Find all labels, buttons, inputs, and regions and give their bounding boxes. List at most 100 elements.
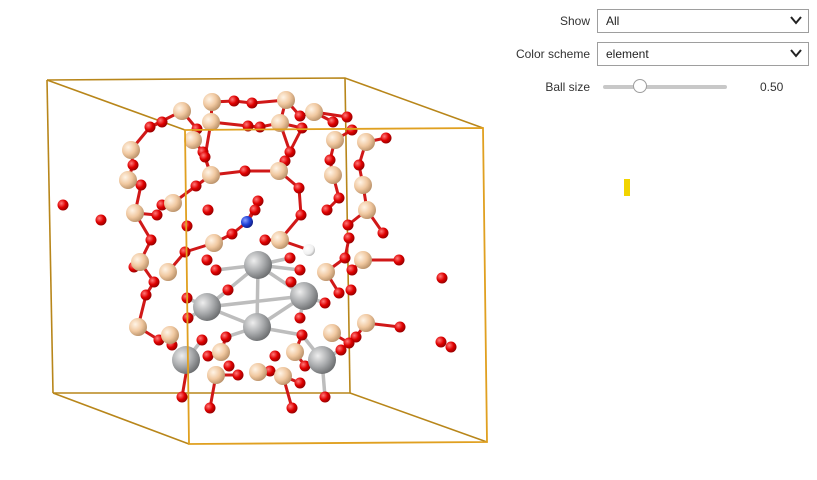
oxygen-atom[interactable]: [394, 321, 406, 333]
oxygen-atom[interactable]: [176, 391, 188, 403]
metal-atom[interactable]: [244, 251, 272, 279]
silicon-atom[interactable]: [271, 231, 289, 249]
oxygen-atom[interactable]: [393, 254, 405, 266]
silicon-atom[interactable]: [358, 201, 376, 219]
oxygen-atom[interactable]: [220, 331, 232, 343]
oxygen-atom[interactable]: [319, 297, 331, 309]
oxygen-atom[interactable]: [95, 214, 107, 226]
oxygen-atom[interactable]: [335, 344, 347, 356]
oxygen-atom[interactable]: [239, 165, 251, 177]
silicon-atom[interactable]: [212, 343, 230, 361]
oxygen-atom[interactable]: [333, 192, 345, 204]
oxygen-atom[interactable]: [140, 289, 152, 301]
oxygen-atom[interactable]: [341, 111, 353, 123]
oxygen-atom[interactable]: [127, 159, 139, 171]
silicon-atom[interactable]: [277, 91, 295, 109]
oxygen-atom[interactable]: [151, 209, 163, 221]
oxygen-atom[interactable]: [342, 219, 354, 231]
metal-atom[interactable]: [172, 346, 200, 374]
oxygen-atom[interactable]: [353, 159, 365, 171]
silicon-atom[interactable]: [126, 204, 144, 222]
oxygen-atom[interactable]: [345, 284, 357, 296]
silicon-atom[interactable]: [205, 234, 223, 252]
oxygen-atom[interactable]: [293, 182, 305, 194]
oxygen-atom[interactable]: [210, 264, 222, 276]
oxygen-atom[interactable]: [296, 122, 308, 134]
oxygen-atom[interactable]: [380, 132, 392, 144]
oxygen-atom[interactable]: [144, 121, 156, 133]
oxygen-atom[interactable]: [294, 110, 306, 122]
silicon-atom[interactable]: [202, 166, 220, 184]
silicon-atom[interactable]: [357, 314, 375, 332]
show-dropdown[interactable]: All: [597, 9, 809, 33]
silicon-atom[interactable]: [159, 263, 177, 281]
oxygen-atom[interactable]: [319, 391, 331, 403]
oxygen-atom[interactable]: [343, 232, 355, 244]
oxygen-atom[interactable]: [269, 350, 281, 362]
oxygen-atom[interactable]: [435, 336, 447, 348]
silicon-atom[interactable]: [354, 251, 372, 269]
silicon-atom[interactable]: [122, 141, 140, 159]
silicon-atom[interactable]: [164, 194, 182, 212]
silicon-atom[interactable]: [249, 363, 267, 381]
oxygen-atom[interactable]: [201, 254, 213, 266]
silicon-atom[interactable]: [324, 166, 342, 184]
metal-atom[interactable]: [308, 346, 336, 374]
oxygen-atom[interactable]: [294, 264, 306, 276]
silicon-atom[interactable]: [270, 162, 288, 180]
oxygen-atom[interactable]: [246, 97, 258, 109]
oxygen-atom[interactable]: [254, 121, 266, 133]
oxygen-atom[interactable]: [333, 287, 345, 299]
oxygen-atom[interactable]: [249, 204, 261, 216]
oxygen-atom[interactable]: [321, 204, 333, 216]
oxygen-atom[interactable]: [156, 116, 168, 128]
ball-size-slider-track[interactable]: [603, 85, 727, 89]
silicon-atom[interactable]: [286, 343, 304, 361]
oxygen-atom[interactable]: [202, 204, 214, 216]
oxygen-atom[interactable]: [295, 209, 307, 221]
oxygen-atom[interactable]: [232, 369, 244, 381]
oxygen-atom[interactable]: [346, 264, 358, 276]
oxygen-atom[interactable]: [196, 334, 208, 346]
silicon-atom[interactable]: [317, 263, 335, 281]
oxygen-atom[interactable]: [226, 228, 238, 240]
oxygen-atom[interactable]: [286, 402, 298, 414]
nitrogen-atom[interactable]: [241, 216, 253, 228]
silicon-atom[interactable]: [119, 171, 137, 189]
hydrogen-atom[interactable]: [303, 244, 315, 256]
silicon-atom[interactable]: [305, 103, 323, 121]
silicon-atom[interactable]: [129, 318, 147, 336]
silicon-atom[interactable]: [203, 93, 221, 111]
oxygen-atom[interactable]: [190, 180, 202, 192]
oxygen-atom[interactable]: [179, 246, 191, 258]
oxygen-atom[interactable]: [346, 124, 358, 136]
oxygen-atom[interactable]: [223, 360, 235, 372]
silicon-atom[interactable]: [323, 324, 341, 342]
silicon-atom[interactable]: [202, 113, 220, 131]
silicon-atom[interactable]: [354, 176, 372, 194]
oxygen-atom[interactable]: [294, 377, 306, 389]
oxygen-atom[interactable]: [327, 116, 339, 128]
silicon-atom[interactable]: [184, 131, 202, 149]
silicon-atom[interactable]: [131, 253, 149, 271]
oxygen-atom[interactable]: [222, 284, 234, 296]
structure-viewer-canvas[interactable]: [0, 0, 817, 480]
oxygen-atom[interactable]: [57, 199, 69, 211]
oxygen-atom[interactable]: [445, 341, 457, 353]
oxygen-atom[interactable]: [148, 276, 160, 288]
oxygen-atom[interactable]: [259, 234, 271, 246]
oxygen-atom[interactable]: [284, 252, 296, 264]
oxygen-atom[interactable]: [296, 329, 308, 341]
oxygen-atom[interactable]: [204, 402, 216, 414]
color-scheme-dropdown[interactable]: element: [597, 42, 809, 66]
metal-atom[interactable]: [290, 282, 318, 310]
oxygen-atom[interactable]: [377, 227, 389, 239]
silicon-atom[interactable]: [326, 131, 344, 149]
metal-atom[interactable]: [243, 313, 271, 341]
oxygen-atom[interactable]: [145, 234, 157, 246]
silicon-atom[interactable]: [274, 367, 292, 385]
oxygen-atom[interactable]: [199, 151, 211, 163]
oxygen-atom[interactable]: [339, 252, 351, 264]
oxygen-atom[interactable]: [324, 154, 336, 166]
oxygen-atom[interactable]: [135, 179, 147, 191]
